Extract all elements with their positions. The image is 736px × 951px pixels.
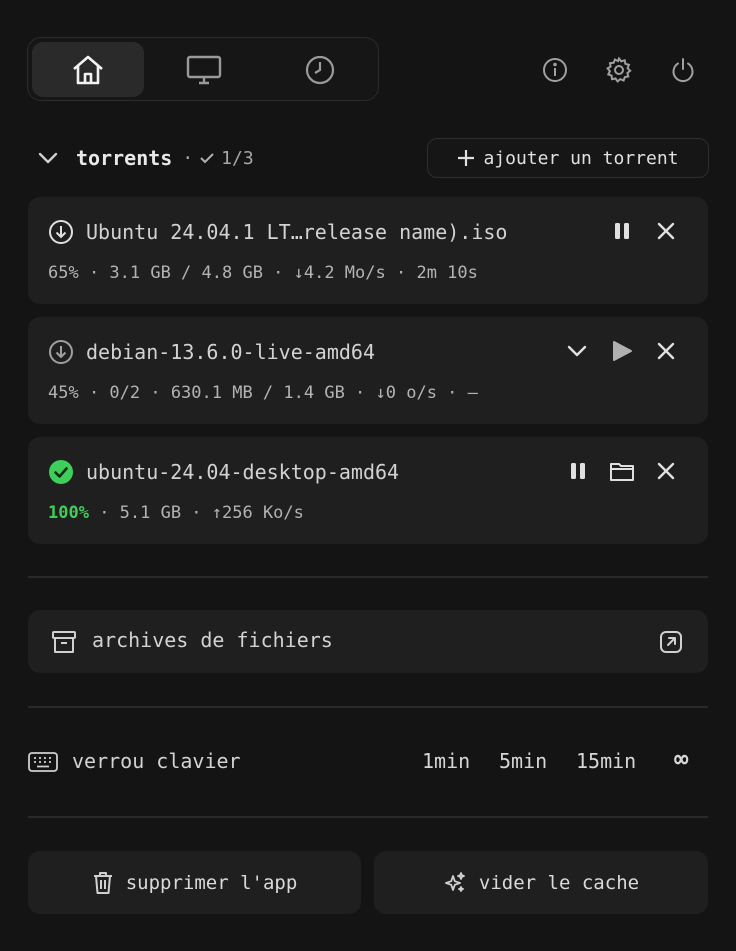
keyboard-lock-label: verrou clavier [72, 749, 241, 773]
torrent-name: ubuntu-24.04-desktop-amd64 [86, 460, 400, 484]
torrent-item[interactable]: ubuntu-24.04-desktop-amd64 100% · 5.1 GB… [28, 437, 708, 544]
archives-label: archives de fichiers [92, 628, 333, 652]
chevron-down-icon[interactable] [36, 146, 60, 170]
plus-icon [458, 150, 475, 166]
monitor-icon [186, 55, 222, 84]
keyboard-lock-row: verrou clavier 1min 5min 15min ∞ [28, 745, 708, 781]
divider [28, 706, 708, 708]
settings-button[interactable] [604, 55, 634, 85]
remove-button[interactable] [652, 217, 680, 245]
resume-button[interactable] [608, 337, 636, 365]
check-icon [200, 153, 214, 164]
archive-icon [52, 631, 76, 653]
check-circle-icon [49, 460, 73, 484]
torrent-details: 65% · 3.1 GB / 4.8 GB · ↓4.2 Mo/s · 2m 1… [48, 263, 478, 283]
torrents-count: 1/3 [221, 147, 254, 169]
torrent-name: Ubuntu 24.04.1 LT…release name).iso [86, 220, 508, 244]
torrent-details: 45% · 0/2 · 630.1 MB / 1.4 GB · ↓0 o/s ·… [48, 383, 478, 403]
pause-icon [571, 463, 585, 479]
remove-button[interactable] [652, 457, 680, 485]
clock-icon [305, 55, 335, 84]
chevron-down-icon [567, 345, 587, 357]
sparkles-icon [445, 871, 465, 892]
torrent-name: debian-13.6.0-live-amd64 [86, 340, 375, 364]
lock-option-1min[interactable]: 1min [422, 749, 470, 773]
progress-percent: 100% [48, 503, 89, 523]
torrent-details-rest: · 5.1 GB · ↑256 Ko/s [88, 503, 304, 523]
view-tabs [27, 37, 379, 101]
lock-option-5min[interactable]: 5min [499, 749, 547, 773]
tab-monitor[interactable] [148, 42, 260, 97]
close-icon [657, 342, 675, 360]
open-folder-button[interactable] [608, 457, 636, 485]
expand-button[interactable] [563, 337, 591, 365]
tab-history[interactable] [264, 42, 376, 97]
add-torrent-label: ajouter un torrent [483, 147, 679, 169]
lock-option-15min[interactable]: 15min [576, 749, 636, 773]
pause-icon [615, 223, 629, 239]
download-icon [49, 340, 73, 364]
separator: · [182, 147, 194, 169]
clear-cache-button[interactable]: vider le cache [374, 851, 708, 914]
section-title: torrents [76, 146, 173, 170]
torrent-item[interactable]: Ubuntu 24.04.1 LT…release name).iso 65% … [28, 197, 708, 304]
close-icon [657, 462, 675, 480]
clear-cache-label: vider le cache [478, 871, 640, 894]
info-icon [543, 58, 567, 82]
torrents-header: torrents · 1/3 [36, 140, 254, 176]
play-icon [613, 341, 632, 361]
divider [28, 576, 708, 578]
external-link-icon [660, 631, 682, 653]
home-icon [73, 55, 103, 84]
torrent-details: 100% · 5.1 GB · ↑256 Ko/s [48, 503, 304, 523]
download-icon [49, 220, 73, 244]
torrent-item[interactable]: debian-13.6.0-live-amd64 45% · 0/2 · 630… [28, 317, 708, 424]
gear-icon [606, 56, 632, 83]
info-button[interactable] [540, 55, 570, 85]
power-icon [672, 58, 694, 83]
tab-home[interactable] [32, 42, 144, 97]
keyboard-icon [28, 752, 58, 772]
delete-app-button[interactable]: supprimer l'app [28, 851, 361, 914]
pause-button[interactable] [564, 457, 592, 485]
divider [28, 816, 708, 818]
archives-button[interactable]: archives de fichiers [28, 610, 708, 673]
close-icon [657, 222, 675, 240]
trash-icon [93, 871, 112, 894]
lock-option-infinite[interactable]: ∞ [674, 745, 688, 773]
folder-icon [610, 463, 634, 481]
remove-button[interactable] [652, 337, 680, 365]
power-button[interactable] [668, 55, 698, 85]
delete-app-label: supprimer l'app [125, 871, 298, 894]
add-torrent-button[interactable]: ajouter un torrent [427, 138, 709, 178]
pause-button[interactable] [608, 217, 636, 245]
torrents-status: · 1/3 [182, 148, 253, 169]
